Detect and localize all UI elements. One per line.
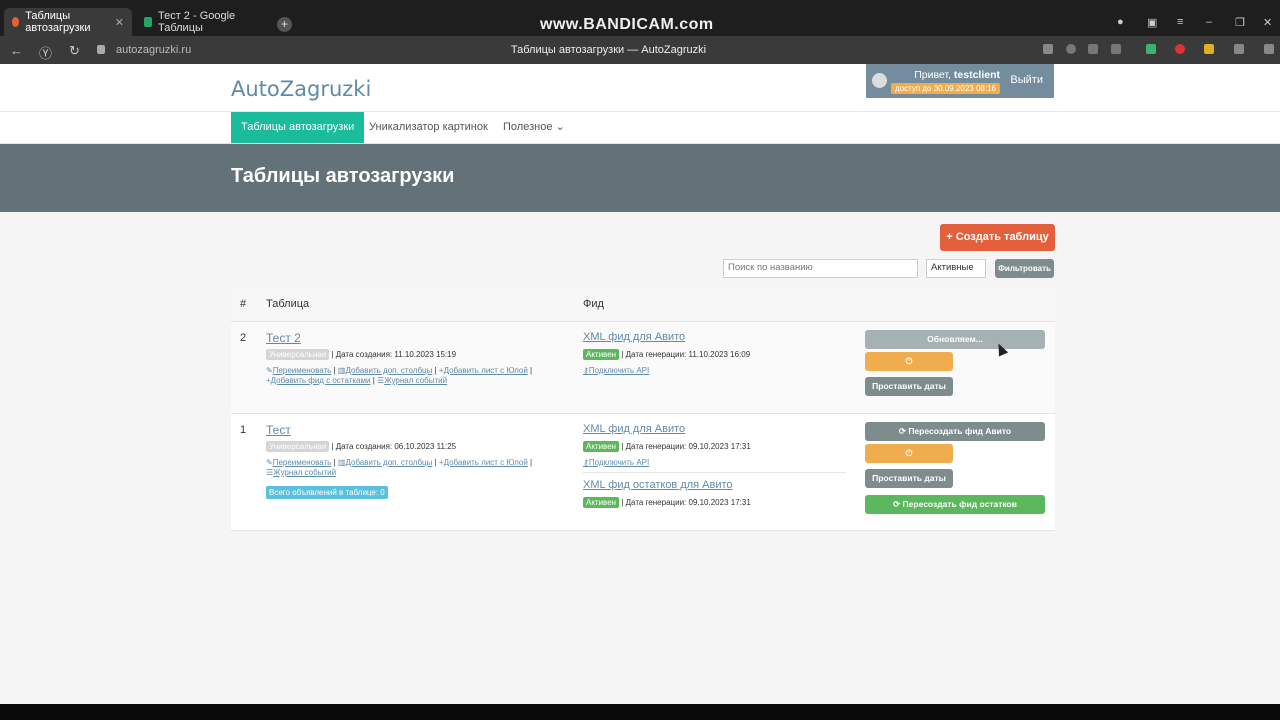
reader-icon[interactable] (1088, 44, 1098, 54)
status-badge: Активен (583, 441, 620, 452)
menu-icon[interactable]: ≡ (1177, 16, 1183, 28)
row-number: 2 (240, 332, 247, 344)
user-greeting: Привет, testclient (914, 69, 1000, 81)
address-bar: ← Ⓨ ↻ autozagruzki.ru Таблицы автозагруз… (0, 36, 1280, 64)
page-banner: Таблицы автозагрузки (0, 144, 1280, 212)
updating-button[interactable]: Обновляем... (865, 330, 1045, 349)
recording-watermark: www.BANDICAM.com (540, 16, 714, 33)
maximize-icon[interactable]: ❐ (1235, 16, 1245, 29)
tab-google-sheets[interactable]: Тест 2 - Google Таблицы (136, 8, 266, 36)
bookmark-icon[interactable] (1111, 44, 1121, 54)
username: testclient (953, 69, 1000, 81)
table-row: 1 Тест Универсальная | Дата создания: 06… (231, 414, 1055, 531)
shield-icon[interactable] (1146, 44, 1156, 54)
type-label: Универсальная (266, 441, 330, 452)
status-badge: Активен (583, 349, 620, 360)
row-links: ✎Переименовать | ▥Добавить доп. столбцы … (266, 458, 533, 477)
page-title-text: Таблицы автозагрузки — AutoZagruzki (510, 44, 707, 56)
site-favicon-icon (12, 17, 20, 27)
extensions-icon[interactable] (1043, 44, 1053, 54)
created-date: | Дата создания: 11.10.2023 15:19 (331, 350, 457, 359)
created-date: | Дата создания: 06.10.2023 11:25 (331, 442, 457, 451)
main-nav: Таблицы автозагрузки Уникализатор картин… (0, 112, 1280, 144)
close-tab-icon[interactable]: ✕ (115, 16, 124, 29)
profile-icon[interactable]: ● (1117, 16, 1124, 28)
add-stock-feed-link[interactable]: Добавить фид с остатками (271, 376, 371, 385)
add-yula-sheet-link[interactable]: Добавить лист с Юлой (444, 366, 528, 375)
feed-meta: Активен | Дата генерации: 09.10.2023 17:… (583, 441, 751, 452)
pokeball-icon[interactable] (1175, 44, 1185, 54)
feed-link[interactable]: XML фид для Авито (583, 423, 685, 435)
nav-item-image-uniquifier[interactable]: Уникализатор картинок (359, 112, 498, 143)
site-header: AutoZagruzki Привет, testclient доступ д… (0, 64, 1280, 112)
bottom-bar (0, 704, 1280, 720)
nav-item-tables[interactable]: Таблицы автозагрузки (231, 112, 365, 143)
page-heading: Таблицы автозагрузки (231, 165, 455, 187)
connect-api-link[interactable]: ⚷Подключить API (583, 366, 649, 375)
set-dates-button[interactable]: Проставить даты (865, 377, 953, 396)
search-input[interactable]: Поиск по названию (723, 259, 918, 278)
add-yula-sheet-link[interactable]: Добавить лист с Юлой (444, 458, 528, 467)
add-columns-link[interactable]: Добавить доп. столбцы (345, 366, 432, 375)
sheets-favicon-icon (144, 17, 152, 27)
close-window-icon[interactable]: ✕ (1263, 16, 1272, 29)
row-meta: Универсальная | Дата создания: 11.10.202… (266, 349, 456, 360)
set-dates-button[interactable]: Проставить даты (865, 469, 953, 488)
tab-label: Тест 2 - Google Таблицы (157, 10, 236, 34)
tab-autozagruzki[interactable]: Таблицы автозагрузки ✕ (4, 8, 132, 36)
row-links: ✎Переименовать | ▥Добавить доп. столбцы … (266, 366, 533, 385)
rename-link[interactable]: Переименовать (273, 366, 332, 375)
browser-tab-bar: Таблицы автозагрузки ✕ Тест 2 - Google Т… (0, 0, 1280, 36)
page: AutoZagruzki Привет, testclient доступ д… (0, 64, 1280, 704)
table-name-link[interactable]: Тест 2 (266, 331, 301, 345)
connect-api-link[interactable]: ⚷Подключить API (583, 458, 649, 467)
row-number: 1 (240, 424, 247, 436)
feed-meta: Активен | Дата генерации: 11.10.2023 16:… (583, 349, 750, 360)
puzzle-icon[interactable] (1234, 44, 1244, 54)
type-label: Универсальная (266, 349, 330, 360)
ads-count: Всего объявлений в таблице: 0 (266, 486, 388, 499)
new-tab-button[interactable]: + (277, 17, 292, 32)
minimize-icon[interactable]: – (1206, 16, 1212, 28)
user-box: Привет, testclient доступ до 30.09.2023 … (866, 64, 1054, 98)
col-num: # (240, 298, 247, 310)
rename-link[interactable]: Переименовать (273, 458, 332, 467)
feed-divider (583, 472, 846, 473)
battery-icon[interactable] (1204, 44, 1214, 54)
recreate-feed-button[interactable]: ⟳ Пересоздать фид Авито (865, 422, 1045, 441)
access-badge: доступ до 30.09.2023 08:16 (890, 83, 1000, 94)
status-badge: Активен (583, 497, 620, 508)
table-header: # Таблица Фид (231, 287, 1055, 322)
col-feed: Фид (583, 298, 604, 310)
download-icon[interactable] (1264, 44, 1274, 54)
add-columns-link[interactable]: Добавить доп. столбцы (345, 458, 432, 467)
filter-button[interactable]: Фильтровать (995, 259, 1054, 278)
power-button[interactable]: ⏻ (865, 352, 953, 371)
table-name-link[interactable]: Тест (266, 423, 291, 437)
recreate-stock-feed-button[interactable]: ⟳ Пересоздать фид остатков (865, 495, 1045, 514)
col-name: Таблица (266, 298, 310, 310)
event-log-link[interactable]: Журнал событий (384, 376, 447, 385)
collections-icon[interactable]: ▣ (1147, 16, 1157, 29)
feed-link[interactable]: XML фид для Авито (583, 331, 685, 343)
headphones-icon[interactable] (1066, 44, 1076, 54)
chevron-down-icon: ⌄ (555, 121, 565, 133)
logout-link[interactable]: Выйти (1010, 74, 1043, 86)
avatar (872, 73, 887, 88)
nav-item-useful[interactable]: Полезное ⌄ (493, 112, 575, 143)
event-log-link[interactable]: Журнал событий (273, 468, 336, 477)
table-row: 2 Тест 2 Универсальная | Дата создания: … (231, 322, 1055, 414)
feed-meta: Активен | Дата генерации: 09.10.2023 17:… (583, 497, 751, 508)
tables-list: # Таблица Фид 2 Тест 2 Универсальная | Д… (231, 287, 1055, 531)
create-table-button[interactable]: + Создать таблицу (940, 224, 1055, 251)
status-filter-select[interactable]: Активные (926, 259, 986, 278)
site-logo[interactable]: AutoZagruzki (231, 77, 371, 101)
row-meta: Универсальная | Дата создания: 06.10.202… (266, 441, 456, 452)
stock-feed-link[interactable]: XML фид остатков для Авито (583, 479, 733, 491)
tab-label: Таблицы автозагрузки (25, 10, 91, 34)
power-button[interactable]: ⏻ (865, 444, 953, 463)
